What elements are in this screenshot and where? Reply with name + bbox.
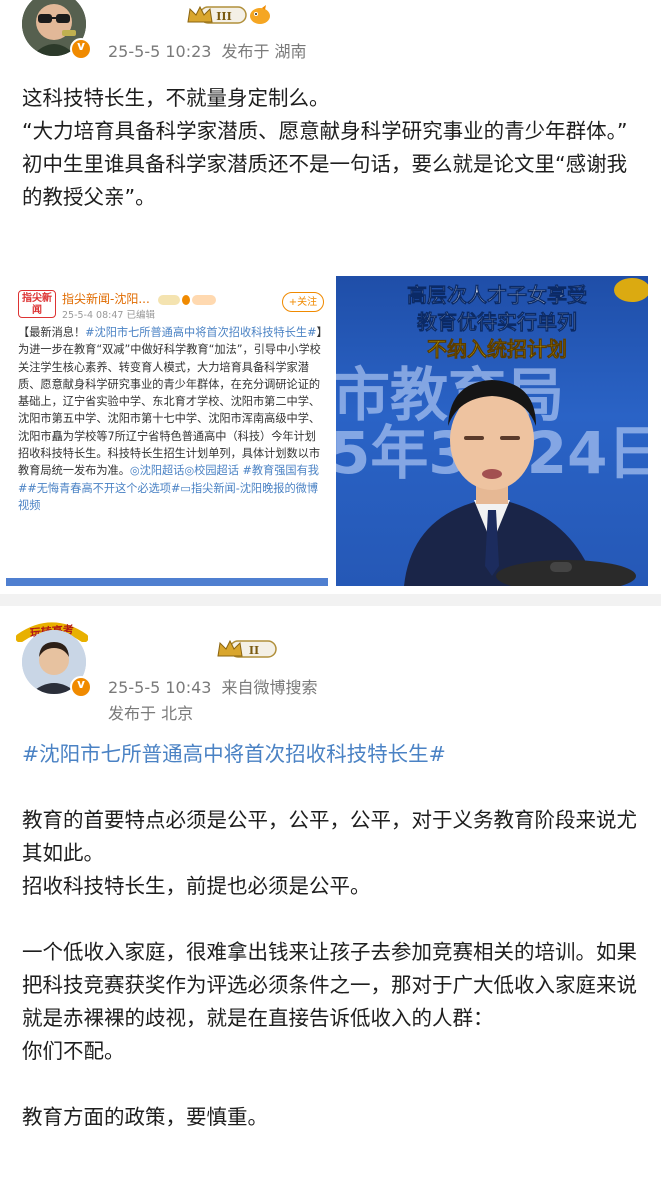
fish-icon <box>248 4 272 30</box>
post-hashtag[interactable]: #沈阳市七所普通高中将首次招收科技特长生# <box>22 738 647 771</box>
source-time-text: 25-5-4 08:47 <box>62 310 124 321</box>
post-paragraph: 招收科技特长生，前提也必须是公平。 <box>22 874 371 898</box>
source-name-text: 指尖新闻-沈阳... <box>62 292 150 306</box>
post-paragraph: “大力培育具备科学家潜质、愿意献身科学研究事业的青少年群体。” <box>22 119 628 143</box>
source-logo: 指尖新闻 <box>18 290 56 318</box>
text-body: 】为进一步在教育“双减”中做好科学教育“加法”，引导中小学校关注学生核心素养、转… <box>18 326 323 478</box>
post-paragraph: 你们不配。 <box>22 1039 125 1063</box>
embedded-image-right[interactable]: 市教育局 5年3月24日 高层次人才子女享受 教育优待实行单列 不纳入统招计划 <box>336 276 648 586</box>
post-paragraph: 教育的首要特点必须是公平，公平，公平，对于义务教育阶段来说尤其如此。 <box>22 808 637 865</box>
level-text: II <box>249 644 259 657</box>
post-paragraph: 这科技特长生，不就量身定制么。 <box>22 86 330 110</box>
link-hashtag[interactable]: #无悔青春高不开这个必选项# <box>27 482 180 495</box>
post-timestamp: 25-5-5 10:23 <box>108 42 212 61</box>
level-text: III <box>216 10 231 23</box>
source-name: 指尖新闻-沈阳... <box>62 290 218 307</box>
text-prefix: 【最新消息！ <box>18 326 86 339</box>
link-super-topic[interactable]: ◎校园超话 <box>184 464 239 477</box>
post-timestamp: 25-5-5 10:43 <box>108 678 212 697</box>
caption-line: 高层次人才子女享受 <box>407 283 588 308</box>
verified-badge-icon <box>70 676 92 698</box>
post-paragraph: 初中生里谁具备科学家潜质还不是一句话，要么就是论文里“感谢我的教授父亲”。 <box>22 152 628 209</box>
edited-label: 已编辑 <box>126 310 155 321</box>
post-meta: 25-5-5 10:43 来自微博搜索 <box>108 674 327 698</box>
embedded-post-text: 【最新消息！#沈阳市七所普通高中将首次招收科技特长生#】为进一步在教育“双减”中… <box>18 324 324 514</box>
weibo-post-2: 玩转高考 II 25-5-5 10:43来自微博搜索 发布于 北京 #沈阳市七所… <box>0 606 661 1200</box>
photo-caption: 高层次人才子女享受 教育优待实行单列 不纳入统招计划 <box>384 282 610 363</box>
follow-button[interactable]: +关注 <box>282 292 324 312</box>
post-location: 发布于 北京 <box>108 704 194 723</box>
embedded-image-left[interactable]: 指尖新闻 指尖新闻-沈阳... 25-5-4 08:47 已编辑 +关注 【最新… <box>6 276 328 586</box>
source-time: 25-5-4 08:47 已编辑 <box>62 307 155 321</box>
level-badge: III <box>186 4 248 26</box>
post-paragraph: 教育方面的政策，要慎重。 <box>22 1105 268 1129</box>
caption-line: 教育优待实行单列 <box>417 310 578 335</box>
crown-icon: III <box>187 5 247 24</box>
embedded-hashtag[interactable]: #沈阳市七所普通高中将首次招收科技特长生# <box>85 326 316 339</box>
post-body: 这科技特长生，不就量身定制么。 “大力培育具备科学家潜质、愿意献身科学研究事业的… <box>22 82 647 214</box>
caption-line: 不纳入统招计划 <box>427 337 568 362</box>
post-source[interactable]: 来自微博搜索 <box>221 678 317 697</box>
source-badges-icon <box>157 294 216 305</box>
post-location: 发布于 湖南 <box>221 42 307 61</box>
post-paragraph: 一个低收入家庭，很难拿出钱来让孩子去参加竞赛相关的培训。如果把科技竞赛获奖作为评… <box>22 940 637 1030</box>
weibo-post-1: III 25-5-5 10:23 发布于 湖南 这科技特长生，不就量身定制么。 “… <box>0 0 661 594</box>
link-super-topic[interactable]: ◎沈阳超话 <box>130 464 185 477</box>
post-meta: 25-5-5 10:23 发布于 湖南 <box>108 38 317 62</box>
post-body: #沈阳市七所普通高中将首次招收科技特长生# 教育的首要特点必须是公平，公平，公平… <box>22 738 647 1134</box>
post-separator <box>0 594 661 606</box>
crown-icon: II <box>217 639 277 658</box>
level-badge: II <box>216 638 278 660</box>
video-strip <box>6 578 328 586</box>
verified-badge-icon <box>70 38 92 60</box>
